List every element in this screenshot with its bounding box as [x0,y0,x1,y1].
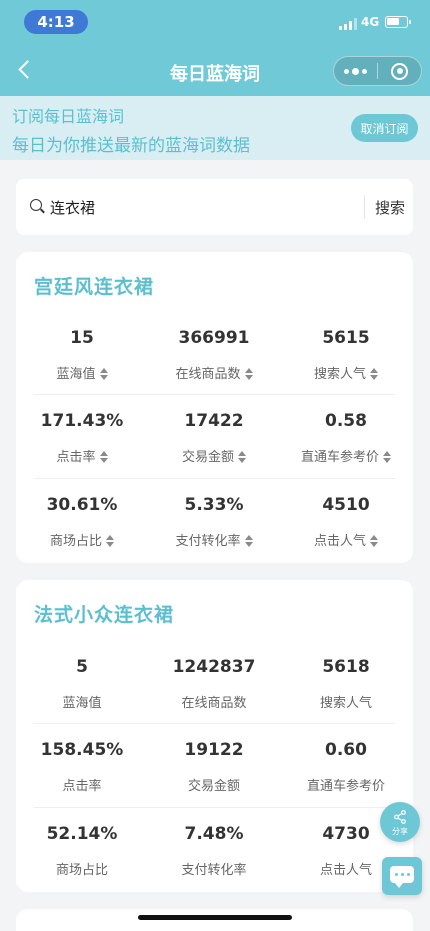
search-icon [30,199,42,211]
metric-click-rate: 158.45% 点击率 [16,740,148,794]
metric-label: 点击人气 [313,534,366,549]
subscription-title: 订阅每日蓝海词 [12,107,125,126]
metric-online-products: 1242837 在线商品数 [148,657,280,711]
keyword-card: 宫廷风连衣裙 15 蓝海值 366991 在线商品数 5615 搜索人气 171… [16,252,413,563]
share-icon [394,810,406,824]
metric-value: 5 [76,657,88,677]
close-icon[interactable] [378,57,421,85]
sort-icon[interactable] [99,451,108,463]
metric-label: 在线商品数 [181,696,247,711]
metric-search-popularity[interactable]: 5615 搜索人气 [280,328,412,382]
keyword-card: 法式小众连衣裙 5 蓝海值 1242837 在线商品数 5618 搜索人气 15… [16,580,413,892]
metric-click-popularity[interactable]: 4510 点击人气 [280,495,412,549]
subscription-banner: 订阅每日蓝海词 每日为你推送最新的蓝海词数据 取消订阅 [0,96,430,160]
metric-transaction-amount: 19122 交易金额 [148,740,280,794]
metric-value: 5615 [322,328,370,348]
home-indicator [138,915,292,920]
metric-label: 支付转化率 [181,863,247,878]
unsubscribe-button[interactable]: 取消订阅 [351,114,418,142]
row-divider [34,478,395,479]
metric-value: 5618 [322,657,370,677]
metric-value: 15 [70,328,94,348]
subscription-description: 每日为你推送最新的蓝海词数据 [12,136,250,156]
metric-value: 1242837 [172,657,256,677]
sort-icon[interactable] [370,368,378,380]
metric-label: 蓝海值 [56,367,96,382]
metric-value: 4510 [322,495,370,515]
metric-blue-ocean-value[interactable]: 15 蓝海值 [16,328,148,382]
metric-value: 7.48% [184,824,244,844]
keyword-title: 宫廷风连衣裙 [34,276,155,298]
sort-icon[interactable] [244,535,253,547]
search-divider [364,195,365,219]
chat-button[interactable] [382,857,422,895]
sort-icon[interactable] [99,368,108,380]
metric-label: 搜索人气 [313,367,366,382]
status-time: 4:13 [24,10,88,34]
metric-value: 366991 [178,328,250,348]
metric-search-popularity: 5618 搜索人气 [280,657,412,711]
sort-icon[interactable] [244,368,253,380]
metric-blue-ocean-value: 5 蓝海值 [16,657,148,711]
metric-mall-share[interactable]: 30.61% 商场占比 [16,495,148,549]
metric-click-rate[interactable]: 171.43% 点击率 [16,411,148,465]
metric-online-products[interactable]: 366991 在线商品数 [148,328,280,382]
metric-payment-conversion: 7.48% 支付转化率 [148,824,280,878]
row-divider [34,723,395,724]
metric-label: 点击率 [62,779,102,794]
metric-label: 直通车参考价 [306,779,385,794]
battery-icon [385,16,411,28]
metric-label: 交易金额 [181,450,234,465]
sort-icon[interactable] [238,451,246,463]
more-icon[interactable] [334,57,377,85]
search-input[interactable] [50,196,350,218]
metric-label: 在线商品数 [175,367,241,382]
metric-ad-reference-price[interactable]: 0.58 直通车参考价 [280,411,412,465]
row-divider [34,394,395,395]
metric-transaction-amount[interactable]: 17422 交易金额 [148,411,280,465]
metric-value: 30.61% [46,495,118,515]
metric-label: 蓝海值 [62,696,102,711]
mini-program-capsule [333,56,422,86]
metric-label: 商场占比 [55,863,108,878]
chat-icon [390,866,414,888]
sort-icon[interactable] [106,535,114,547]
metric-label: 搜索人气 [319,696,372,711]
search-button[interactable]: 搜索 [375,197,405,218]
row-divider [34,807,395,808]
network-type: 4G [361,15,380,29]
metric-label: 支付转化率 [175,534,241,549]
metric-value: 52.14% [46,824,118,844]
metric-value: 171.43% [40,411,124,431]
sort-icon[interactable] [370,535,378,547]
metric-value: 19122 [184,740,244,760]
metric-label: 直通车参考价 [300,450,379,465]
search-bar: 搜索 [16,179,413,235]
keyword-card [16,909,413,931]
metric-value: 5.33% [184,495,244,515]
metric-ad-reference-price: 0.60 直通车参考价 [280,740,412,794]
signal-icon [339,18,357,30]
nav-bar: 每日蓝海词 [0,44,430,96]
metric-mall-share: 52.14% 商场占比 [16,824,148,878]
metric-label: 点击率 [56,450,96,465]
metric-label: 交易金额 [187,779,240,794]
metric-payment-conversion[interactable]: 5.33% 支付转化率 [148,495,280,549]
share-label: 分享 [392,827,408,836]
keyword-title: 法式小众连衣裙 [34,604,175,626]
share-button[interactable]: 分享 [380,802,420,842]
metric-value: 158.45% [40,740,124,760]
metric-label: 商场占比 [49,534,102,549]
metric-value: 17422 [184,411,244,431]
metric-value: 0.60 [325,740,367,760]
status-bar: 4:13 4G [0,0,430,44]
sort-icon[interactable] [383,451,391,463]
metric-value: 0.58 [325,411,367,431]
